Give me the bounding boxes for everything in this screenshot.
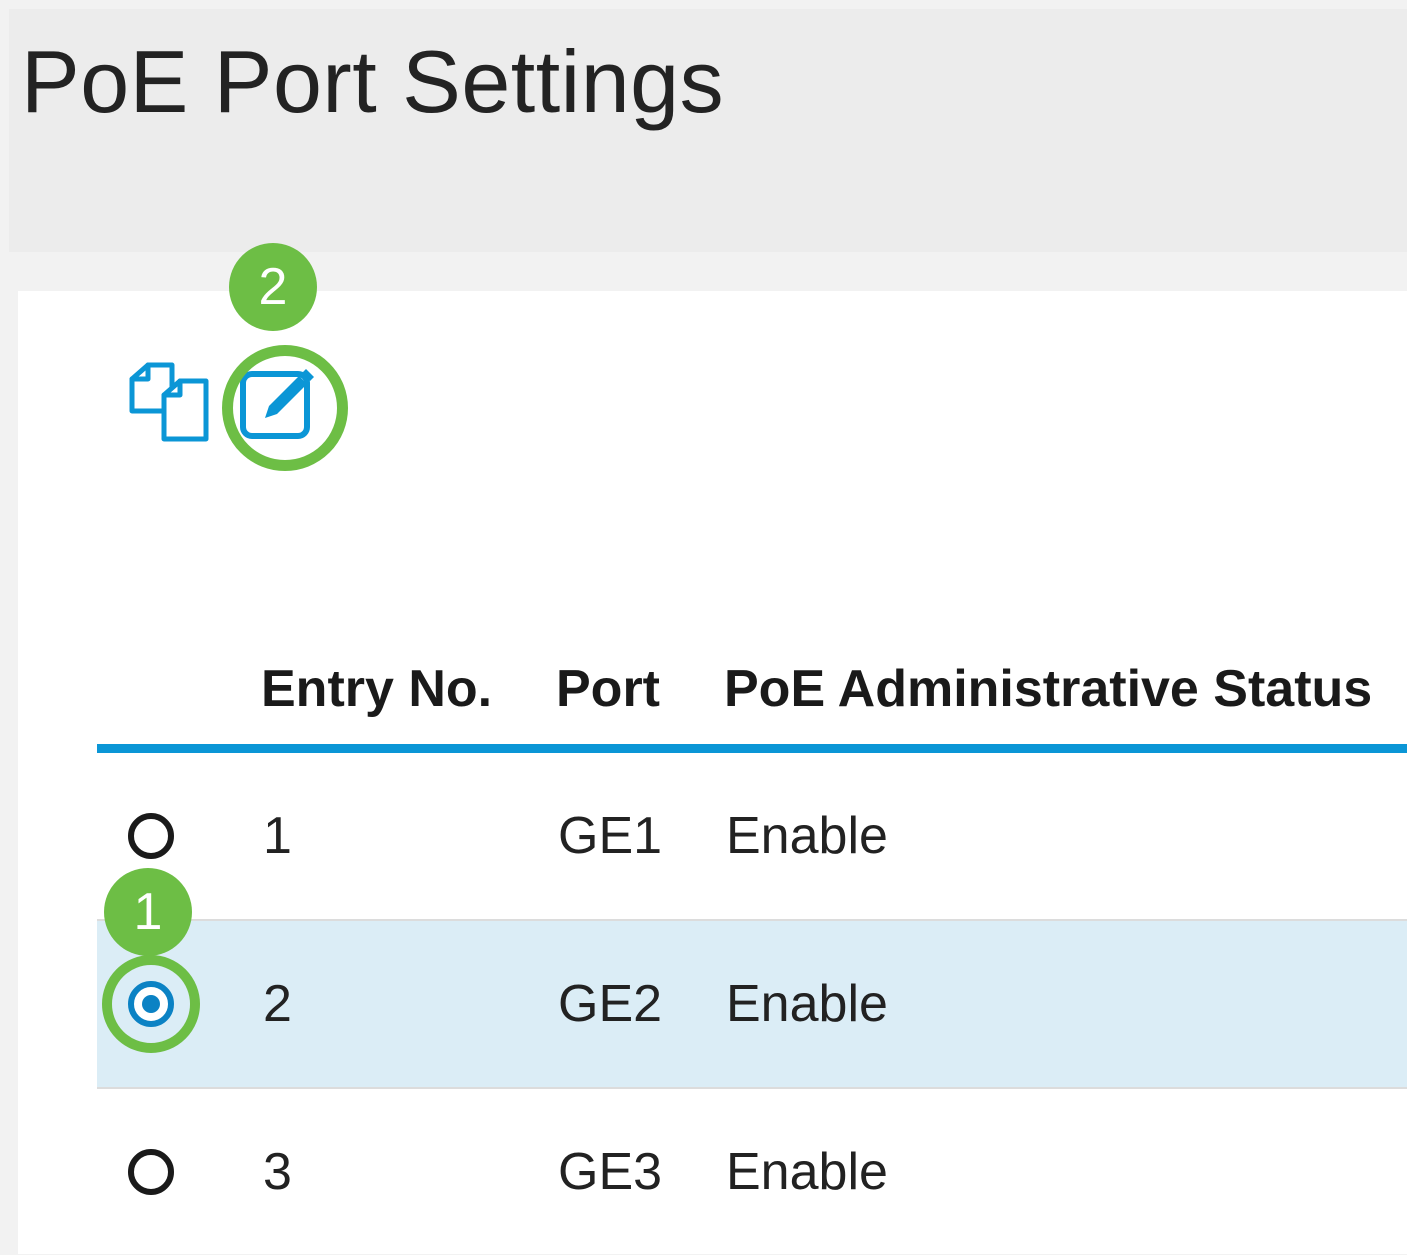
status-cell: Enable xyxy=(726,975,888,1033)
row-select-radio[interactable] xyxy=(128,1149,174,1195)
edit-button-highlight xyxy=(222,345,348,471)
column-header-poe-admin-status: PoE Administrative Status xyxy=(724,660,1373,718)
poe-port-table: Entry No. Port PoE Administrative Status… xyxy=(97,621,1407,1255)
copy-settings-icon[interactable] xyxy=(128,361,212,445)
header-divider xyxy=(97,744,1407,753)
callout-step-2: 2 xyxy=(229,243,317,331)
status-cell: Enable xyxy=(726,1143,888,1201)
entry-no-cell: 1 xyxy=(263,807,292,865)
port-cell: GE1 xyxy=(558,807,663,865)
column-header-entry-no: Entry No. xyxy=(261,660,493,718)
column-header-port: Port xyxy=(556,660,660,718)
page-title: PoE Port Settings xyxy=(21,32,725,131)
content-panel: 2 Entry No. Port PoE Administrative Stat… xyxy=(18,243,1407,1255)
table-row[interactable]: 2 GE2 Enable xyxy=(97,921,1407,1089)
entry-no-cell: 3 xyxy=(263,1143,292,1201)
table-row[interactable]: 3 GE3 Enable xyxy=(97,1089,1407,1255)
port-cell: GE2 xyxy=(558,975,663,1033)
entry-no-cell: 2 xyxy=(263,975,292,1033)
callout-step-1: 1 xyxy=(104,868,192,956)
row-select-radio[interactable] xyxy=(128,813,174,859)
table-row[interactable]: 1 GE1 Enable xyxy=(97,753,1407,921)
table-header: Entry No. Port PoE Administrative Status xyxy=(97,621,1407,753)
status-cell: Enable xyxy=(726,807,888,865)
page-header: PoE Port Settings xyxy=(9,9,1407,252)
radio-highlight xyxy=(102,955,200,1053)
port-cell: GE3 xyxy=(558,1143,663,1201)
